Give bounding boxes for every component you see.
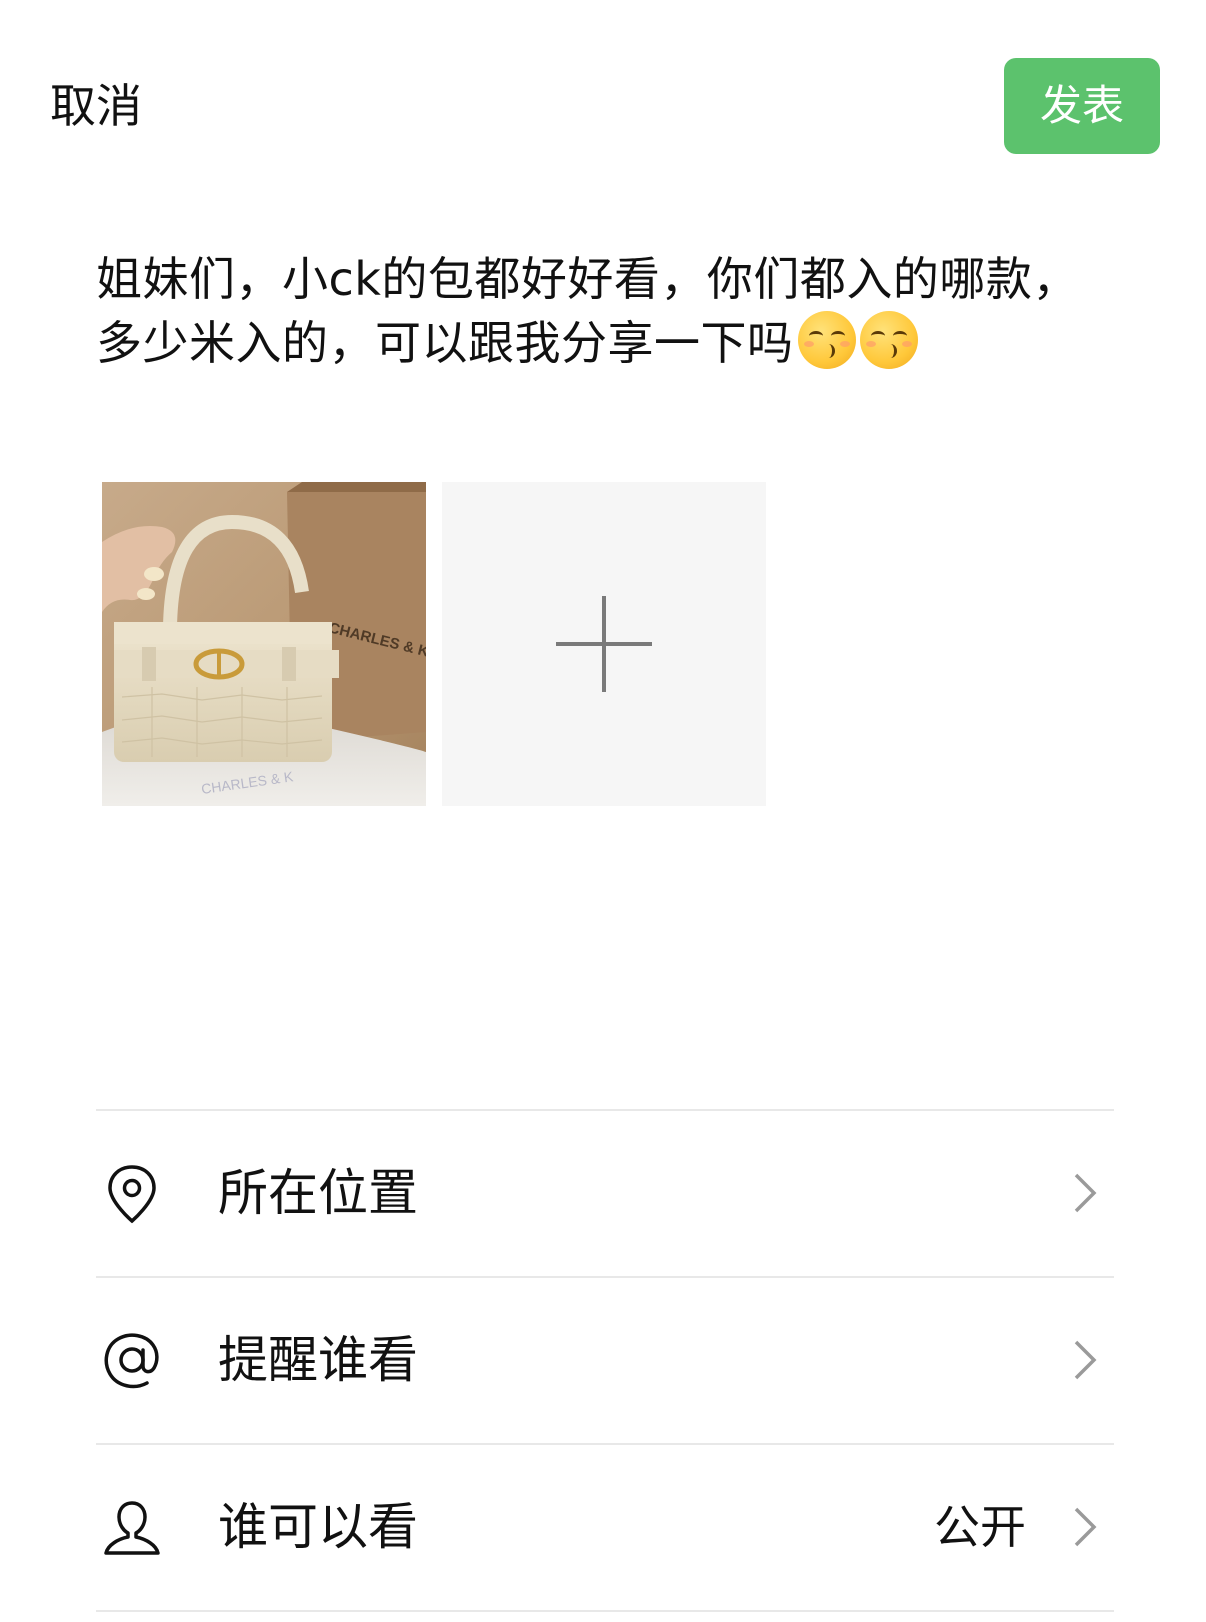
add-photo-button[interactable] (442, 482, 766, 806)
kissing-face-emoji (859, 311, 918, 369)
location-pin-icon (108, 1165, 156, 1224)
photo-thumbnail[interactable]: CHARLES & K CHARLES & K (102, 482, 426, 806)
row-visibility[interactable]: 谁可以看 公开 (96, 1444, 1114, 1610)
row-mention-label: 提醒谁看 (218, 1331, 418, 1389)
publish-button[interactable]: 发表 (1004, 58, 1160, 154)
row-visibility-value: 公开 (934, 1500, 1026, 1554)
row-location-label: 所在位置 (218, 1164, 418, 1222)
chevron-right-icon (1074, 1340, 1097, 1380)
divider (96, 1610, 1114, 1612)
post-text: 姐妹们，小ck的包都好好看，你们都入的哪款，多少米入的，可以跟我分享一下吗 (96, 252, 1079, 370)
at-sign-icon (104, 1333, 159, 1389)
cancel-button[interactable]: 取消 (50, 76, 142, 136)
post-text-area[interactable]: 姐妹们，小ck的包都好好看，你们都入的哪款，多少米入的，可以跟我分享一下吗 (96, 248, 1096, 375)
row-mention[interactable]: 提醒谁看 (96, 1277, 1114, 1443)
person-icon (104, 1501, 160, 1555)
row-location[interactable]: 所在位置 (96, 1110, 1114, 1276)
handbag-photo: CHARLES & K CHARLES & K (102, 482, 426, 806)
kissing-face-emoji (797, 311, 856, 369)
row-visibility-label: 谁可以看 (218, 1498, 418, 1556)
chevron-right-icon (1074, 1507, 1097, 1547)
chevron-right-icon (1074, 1173, 1097, 1213)
